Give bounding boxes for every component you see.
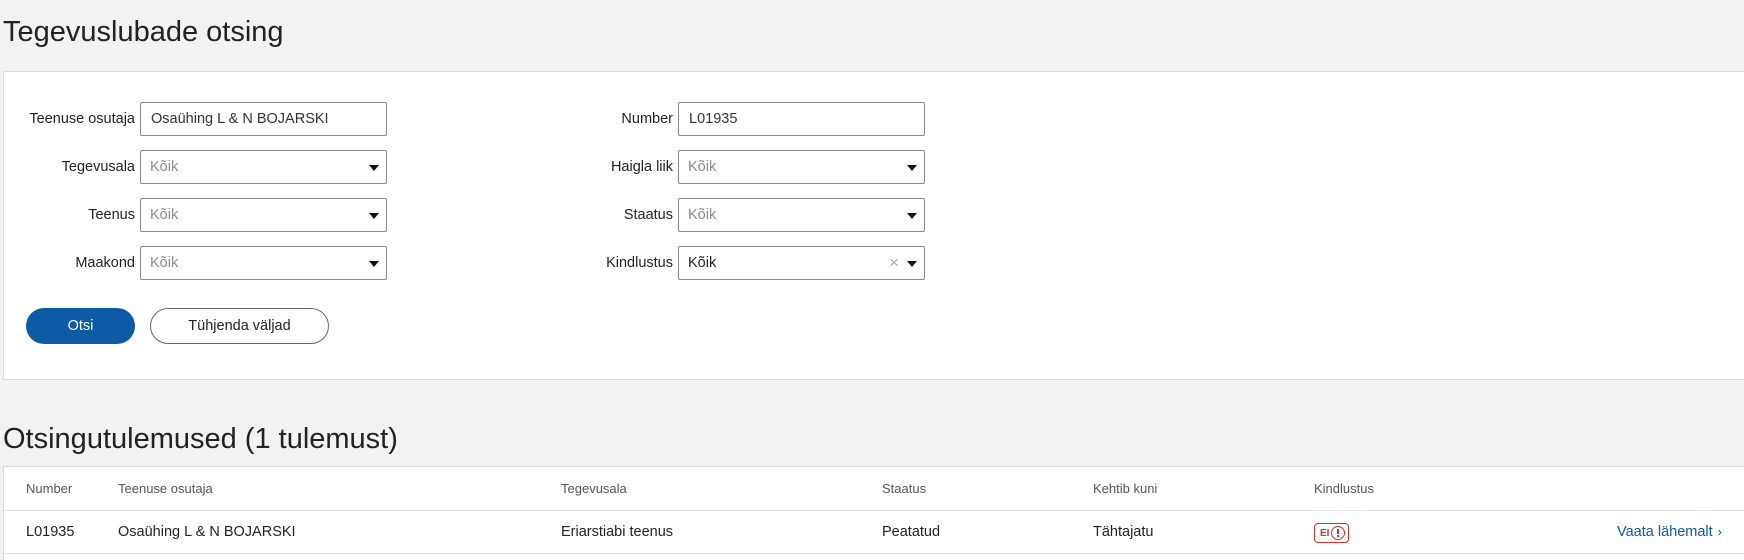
- status-label: Staatus: [623, 207, 673, 223]
- caret-down-icon: [907, 261, 917, 267]
- column-header-field: Tegevusala: [561, 481, 627, 496]
- cell-status: Peatatud: [882, 524, 941, 540]
- search-button[interactable]: Otsi: [26, 308, 135, 344]
- cell-provider: Osaühing L & N BOJARSKI: [118, 524, 296, 540]
- status-select[interactable]: Kõik: [678, 198, 925, 232]
- insurance-status-badge: EI: [1314, 523, 1350, 543]
- view-details-label: Vaata lähemalt: [1617, 524, 1713, 540]
- insurance-badge-box: EI: [1314, 523, 1350, 543]
- column-header-valid-until: Kehtib kuni: [1093, 481, 1158, 496]
- column-header-number: Number: [26, 481, 73, 496]
- table-row: L01935 Osaühing L & N BOJARSKI Eriarstia…: [4, 511, 1744, 554]
- column-header-insurance: Kindlustus: [1314, 481, 1374, 496]
- chevron-right-icon: ›: [1717, 524, 1722, 539]
- number-label: Number: [621, 111, 673, 127]
- insurance-badge-text: EI: [1320, 527, 1330, 539]
- search-panel: Teenuse osutaja Number Tegevusala Kõik H…: [3, 71, 1744, 380]
- column-header-provider: Teenuse osutaja: [118, 481, 213, 496]
- cell-valid-until: Tähtajatu: [1093, 524, 1154, 540]
- warning-icon: [1331, 526, 1346, 540]
- results-table: Number Teenuse osutaja Tegevusala Staatu…: [3, 466, 1744, 560]
- page-title: Tegevuslubade otsing: [3, 16, 284, 48]
- status-select-value: Kõik: [688, 207, 717, 223]
- table-header: Number Teenuse osutaja Tegevusala Staatu…: [4, 467, 1744, 511]
- results-title: Otsingutulemused (1 tulemust): [3, 423, 398, 455]
- insurance-select[interactable]: Kõik ×: [678, 246, 925, 280]
- clear-icon[interactable]: ×: [889, 254, 899, 272]
- view-details-link[interactable]: Vaata lähemalt ›: [1617, 524, 1722, 540]
- hospital-select-value: Kõik: [688, 159, 717, 175]
- column-header-status: Staatus: [882, 481, 927, 496]
- number-input[interactable]: [678, 102, 925, 136]
- hospital-select[interactable]: Kõik: [678, 150, 925, 184]
- caret-down-icon: [907, 213, 917, 219]
- clear-fields-button[interactable]: Tühjenda väljad: [150, 308, 329, 344]
- cell-field: Eriarstiabi teenus: [561, 524, 674, 540]
- insurance-label: Kindlustus: [606, 255, 673, 271]
- cell-number: L01935: [26, 524, 75, 540]
- hospital-label: Haigla liik: [610, 159, 673, 175]
- insurance-select-value: Kõik: [688, 255, 717, 271]
- caret-down-icon: [907, 165, 917, 171]
